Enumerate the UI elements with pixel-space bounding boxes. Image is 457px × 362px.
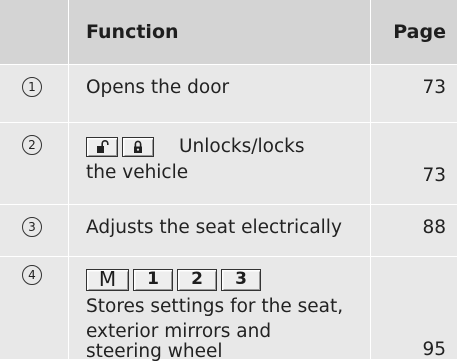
row-function-text-line3: steering wheel [86,341,223,362]
row-function-text: Unlocks/locks [179,136,305,157]
row-page-number: 88 [422,217,446,238]
row-function-text: Adjusts the seat electrically [86,217,342,238]
row-function-text: Opens the door [86,77,230,98]
table-row: 1 Opens the door 73 [0,64,457,122]
memory-key-3: 3 [221,269,261,291]
table-row: 3 Adjusts the seat electrically 88 [0,204,457,256]
row-number-2: 2 [22,135,42,155]
row-page-number: 73 [422,77,446,98]
row-number-4: 4 [22,265,42,285]
function-table: Function Page 1 Opens the door 73 2 Unlo… [0,0,457,362]
lock-key-group [86,136,158,158]
table-row: 2 Unlocks/locks the vehicle 73 [0,122,457,204]
unlock-icon [86,136,118,157]
header-function-label: Function [86,21,179,43]
row-function-text-line2: the vehicle [86,162,189,183]
table-row: 4 M123 Stores settings for the seat, ext… [0,256,457,362]
row-number-3: 3 [22,217,42,237]
header-function-cell: Function [68,0,370,64]
memory-key-group: M123 [86,269,265,293]
memory-key-1: 1 [133,269,173,291]
lock-icon [122,136,154,157]
memory-key-2: 2 [177,269,217,291]
row-function-text: Stores settings for the seat, [86,296,344,317]
header-number-cell [0,0,68,64]
header-page-cell: Page [370,0,457,64]
header-page-label: Page [393,21,446,43]
table-header: Function Page [0,0,457,64]
memory-m-key: M [86,269,129,291]
row-page-number: 73 [422,165,446,186]
row-page-number: 95 [422,339,446,360]
row-number-1: 1 [22,77,42,97]
